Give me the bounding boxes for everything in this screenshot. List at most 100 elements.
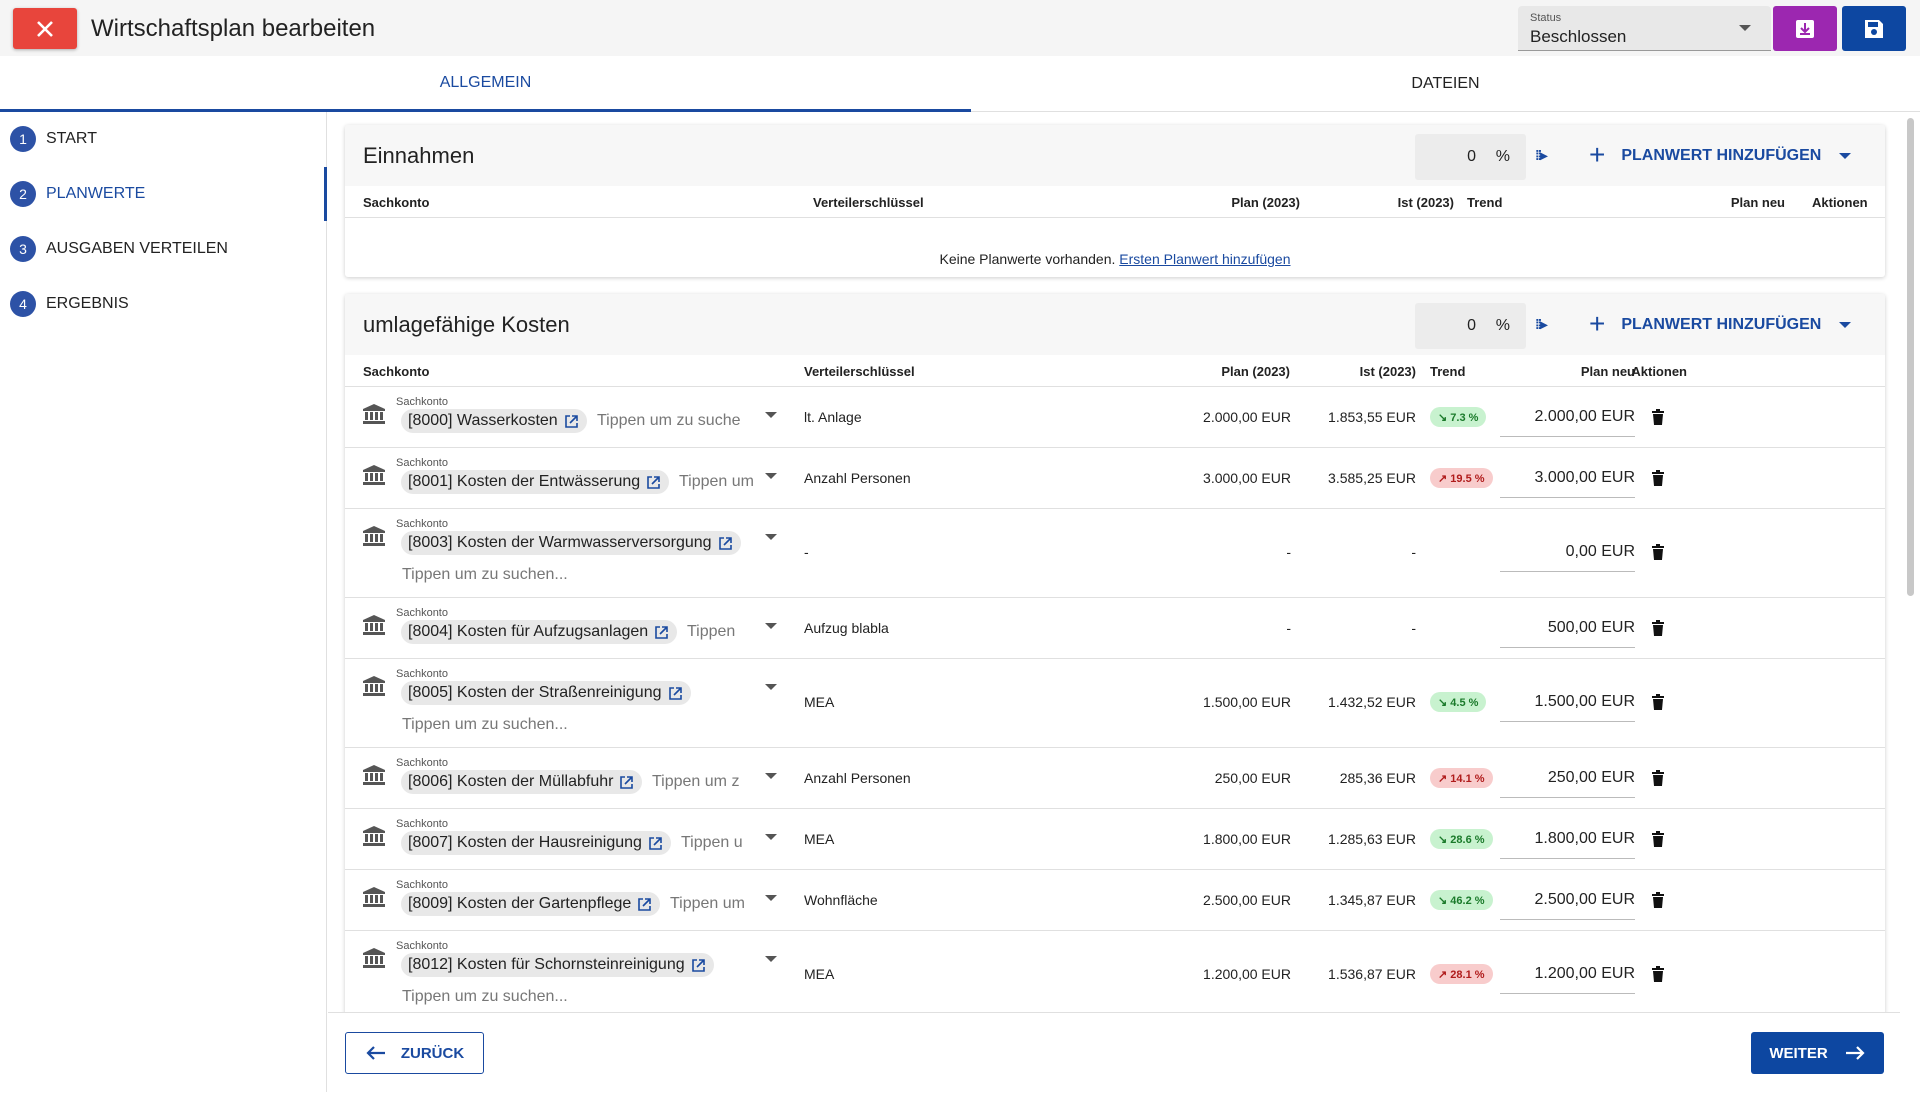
sachkonto-chip[interactable]: [8012] Kosten für Schornsteinreinigung bbox=[401, 953, 714, 977]
external-link-icon[interactable] bbox=[718, 536, 733, 551]
chevron-down-icon[interactable] bbox=[765, 534, 777, 540]
delete-icon[interactable] bbox=[1651, 770, 1665, 786]
plan-neu-input[interactable]: 500,00 EUR bbox=[1500, 619, 1635, 648]
step-number: 3 bbox=[10, 236, 36, 262]
sachkonto-search-input[interactable]: Tippen bbox=[687, 623, 755, 641]
delete-icon[interactable] bbox=[1651, 831, 1665, 847]
sachkonto-search-input[interactable]: Tippen um zu suche bbox=[597, 412, 755, 430]
chevron-down-icon[interactable] bbox=[765, 684, 777, 690]
plan-neu-input[interactable]: 2.500,00 EUR bbox=[1500, 891, 1635, 920]
chevron-down-icon[interactable] bbox=[765, 956, 777, 962]
save-button[interactable] bbox=[1842, 6, 1906, 51]
chevron-down-icon[interactable] bbox=[765, 895, 777, 901]
external-link-icon[interactable] bbox=[619, 775, 634, 790]
step-label: AUSGABEN VERTEILEN bbox=[46, 240, 228, 257]
plan-neu-input[interactable]: 1.500,00 EUR bbox=[1500, 693, 1635, 722]
sachkonto-label: Sachkonto bbox=[396, 457, 448, 469]
back-button[interactable]: ZURÜCK bbox=[345, 1032, 484, 1074]
tab-dateien[interactable]: DATEIEN bbox=[971, 56, 1920, 112]
sachkonto-search-input[interactable]: Tippen um zu suchen... bbox=[402, 716, 742, 734]
empty-message: Keine Planwerte vorhanden. Ersten Planwe… bbox=[345, 251, 1885, 267]
sachkonto-chip[interactable]: [8001] Kosten der Entwässerung bbox=[401, 470, 670, 494]
step-ausgaben-verteilen[interactable]: 3 AUSGABEN VERTEILEN bbox=[0, 222, 327, 276]
external-link-icon[interactable] bbox=[691, 958, 706, 973]
delete-icon[interactable] bbox=[1651, 620, 1665, 636]
sachkonto-label: Sachkonto bbox=[396, 607, 448, 619]
plan-neu-input[interactable]: 250,00 EUR bbox=[1500, 769, 1635, 798]
add-planwert-button[interactable]: + PLANWERT HINZUFÜGEN bbox=[1589, 139, 1852, 173]
chevron-down-icon[interactable] bbox=[765, 623, 777, 629]
delete-icon[interactable] bbox=[1651, 544, 1665, 560]
plan-neu-input[interactable]: 0,00 EUR bbox=[1500, 543, 1635, 572]
sachkonto-chip[interactable]: [8000] Wasserkosten bbox=[401, 409, 587, 433]
external-link-icon[interactable] bbox=[564, 414, 579, 429]
sachkonto-search-input[interactable]: Tippen um bbox=[679, 473, 755, 491]
table-header: Sachkonto Verteilerschlüssel Plan (2023)… bbox=[345, 186, 1885, 218]
apply-percent-icon[interactable]: ⁞⁞▸ bbox=[1535, 147, 1547, 164]
plan-neu-input[interactable]: 1.800,00 EUR bbox=[1500, 830, 1635, 859]
col-aktionen: Aktionen bbox=[1812, 195, 1868, 210]
card-header: umlagefähige Kosten 0 % ⁞⁞▸ + PLANWERT H… bbox=[345, 294, 1885, 355]
tab-allgemein[interactable]: ALLGEMEIN bbox=[0, 56, 971, 112]
chevron-down-icon[interactable] bbox=[765, 412, 777, 418]
external-link-icon[interactable] bbox=[637, 897, 652, 912]
einnahmen-card: Einnahmen 0 % ⁞⁞▸ + PLANWERT HINZUFÜGEN … bbox=[345, 125, 1885, 277]
external-link-icon[interactable] bbox=[646, 475, 661, 490]
trend-badge: ↗ 19.5 % bbox=[1430, 468, 1493, 488]
plan-neu-input[interactable]: 3.000,00 EUR bbox=[1500, 469, 1635, 498]
verteilerschluessel: MEA bbox=[804, 966, 835, 982]
percent-input[interactable]: 0 % bbox=[1415, 303, 1526, 349]
step-ergebnis[interactable]: 4 ERGEBNIS bbox=[0, 277, 327, 331]
chevron-down-icon[interactable] bbox=[1839, 322, 1852, 328]
sachkonto-chip[interactable]: [8004] Kosten für Aufzugsanlagen bbox=[401, 620, 678, 644]
verteilerschluessel: MEA bbox=[804, 694, 835, 710]
table-row: Sachkonto [8003] Kosten der Warmwasserver… bbox=[345, 509, 1885, 598]
trend-badge: ↘ 46.2 % bbox=[1430, 890, 1493, 910]
export-button[interactable] bbox=[1773, 6, 1837, 51]
plan-neu-input[interactable]: 1.200,00 EUR bbox=[1500, 965, 1635, 994]
sachkonto-chip[interactable]: [8007] Kosten der Hausreinigung bbox=[401, 831, 671, 855]
plan-value: 2.500,00 EUR bbox=[1203, 892, 1291, 908]
chevron-down-icon[interactable] bbox=[765, 834, 777, 840]
status-select[interactable]: Status Beschlossen bbox=[1518, 6, 1771, 51]
add-planwert-label: PLANWERT HINZUFÜGEN bbox=[1621, 316, 1822, 333]
delete-icon[interactable] bbox=[1651, 966, 1665, 982]
chevron-down-icon[interactable] bbox=[765, 773, 777, 779]
external-link-icon[interactable] bbox=[654, 625, 669, 640]
sachkonto-chip[interactable]: [8005] Kosten der Straßenreinigung bbox=[401, 681, 691, 705]
chevron-down-icon[interactable] bbox=[1839, 153, 1852, 159]
sachkonto-chip[interactable]: [8009] Kosten der Gartenpflege bbox=[401, 892, 661, 916]
plan-neu-input[interactable]: 2.000,00 EUR bbox=[1500, 408, 1635, 437]
delete-icon[interactable] bbox=[1651, 470, 1665, 486]
external-link-icon[interactable] bbox=[648, 836, 663, 851]
sachkonto-label: Sachkonto bbox=[396, 518, 448, 530]
next-button[interactable]: WEITER bbox=[1751, 1032, 1884, 1074]
col-verteiler: Verteilerschlüssel bbox=[804, 364, 915, 379]
sachkonto-label: Sachkonto bbox=[396, 757, 448, 769]
add-first-planwert-link[interactable]: Ersten Planwert hinzufügen bbox=[1119, 251, 1290, 267]
step-planwerte[interactable]: 2 PLANWERTE bbox=[0, 167, 327, 221]
add-planwert-button[interactable]: + PLANWERT HINZUFÜGEN bbox=[1589, 308, 1852, 342]
apply-percent-icon[interactable]: ⁞⁞▸ bbox=[1535, 316, 1547, 333]
delete-icon[interactable] bbox=[1651, 892, 1665, 908]
step-start[interactable]: 1 START bbox=[0, 112, 327, 166]
scrollbar[interactable] bbox=[1907, 118, 1914, 596]
sachkonto-search-input[interactable]: Tippen um zu suchen... bbox=[402, 988, 742, 1006]
plan-value: 1.800,00 EUR bbox=[1203, 831, 1291, 847]
sachkonto-search-input[interactable]: Tippen um zu suchen... bbox=[402, 566, 742, 584]
download-icon bbox=[1796, 19, 1814, 38]
delete-icon[interactable] bbox=[1651, 409, 1665, 425]
sachkonto-search-input[interactable]: Tippen u bbox=[681, 834, 755, 852]
delete-icon[interactable] bbox=[1651, 694, 1665, 710]
status-label: Status bbox=[1530, 12, 1562, 24]
bank-icon bbox=[362, 825, 386, 847]
sachkonto-chip[interactable]: [8006] Kosten der Müllabfuhr bbox=[401, 770, 643, 794]
external-link-icon[interactable] bbox=[668, 686, 683, 701]
sachkonto-search-input[interactable]: Tippen um bbox=[670, 895, 755, 913]
sachkonto-chip[interactable]: [8003] Kosten der Warmwasserversorgung bbox=[401, 531, 741, 555]
chevron-down-icon[interactable] bbox=[765, 473, 777, 479]
col-plan: Plan (2023) bbox=[1231, 195, 1300, 210]
close-button[interactable] bbox=[13, 8, 77, 49]
percent-input[interactable]: 0 % bbox=[1415, 134, 1526, 180]
sachkonto-search-input[interactable]: Tippen um z bbox=[652, 773, 755, 791]
